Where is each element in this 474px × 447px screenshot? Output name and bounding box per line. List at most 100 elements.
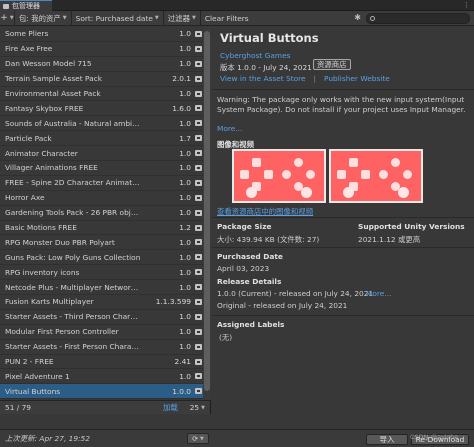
- tab-package-manager[interactable]: 包管理器: [0, 0, 52, 11]
- package-version: 1.0: [179, 148, 191, 158]
- package-size-value: 大小: 439.94 KB (文件数: 27): [217, 235, 320, 244]
- package-links: View in the Asset Store | Publisher Webs…: [220, 74, 390, 83]
- refresh-button[interactable]: ⟳ ▼: [187, 433, 209, 444]
- download-status-icon: [195, 105, 202, 112]
- list-item[interactable]: Horror Axe 1.0: [0, 191, 210, 206]
- download-status-icon: [195, 164, 202, 171]
- action-left: [379, 170, 388, 179]
- list-item[interactable]: Environmental Asset Pack 1.0: [0, 87, 210, 102]
- scrollbar-thumb[interactable]: [204, 31, 210, 391]
- package-name: Fusion Karts Multiplayer: [5, 297, 94, 307]
- gear-icon[interactable]: ✱: [354, 13, 361, 22]
- add-package-button[interactable]: + ▼: [0, 11, 14, 26]
- download-status-icon: [195, 209, 202, 216]
- list-item[interactable]: PUN 2 - FREE 2.41: [0, 355, 210, 370]
- purchased-date-label: Purchased Date: [217, 252, 283, 261]
- view-in-asset-store-link[interactable]: View in the Asset Store: [220, 74, 306, 83]
- load-more-button[interactable]: 加载: [163, 402, 178, 413]
- list-item[interactable]: Dan Wesson Model 715 1.0: [0, 57, 210, 72]
- package-name: Basic Motions FREE: [5, 223, 77, 233]
- supported-versions-value: 2021.1.12 或更高: [358, 235, 421, 244]
- download-status-icon: [195, 239, 202, 246]
- divider: [212, 247, 474, 248]
- list-item[interactable]: Starter Assets - First Person Character …: [0, 340, 210, 355]
- search-input[interactable]: [379, 14, 465, 23]
- download-status-icon: [195, 75, 202, 82]
- divider: [212, 89, 474, 90]
- scope-dropdown[interactable]: 包: 我的资产 ▼: [15, 11, 71, 26]
- download-status-icon: [195, 30, 202, 37]
- release-original: Original - released on July 24, 2021: [217, 301, 348, 310]
- search-field[interactable]: [366, 13, 470, 24]
- package-version: 1.0: [179, 371, 191, 381]
- package-name: RPG Monster Duo PBR Polyart: [5, 237, 115, 247]
- action-right: [306, 170, 315, 179]
- download-status-icon: [195, 284, 202, 291]
- package-name: Netcode Plus - Multiplayer Networking an…: [5, 282, 145, 292]
- page-size-dropdown[interactable]: 25 ▼: [190, 403, 205, 412]
- list-item[interactable]: Sounds of Australia - Natural ambiences 1…: [0, 116, 210, 132]
- package-version: 1.0: [179, 59, 191, 69]
- list-item[interactable]: Pixel Adventure 1 1.0: [0, 369, 210, 385]
- download-status-icon: [195, 388, 202, 395]
- joystick-graphic: [398, 187, 409, 198]
- list-item[interactable]: Guns Pack: Low Poly Guns Collection 1.0: [0, 250, 210, 266]
- tab-title: 包管理器: [12, 2, 40, 10]
- list-item[interactable]: Particle Pack 1.7: [0, 131, 210, 147]
- asset-store-badge: 资源商店: [313, 59, 351, 70]
- package-name: Animator Character: [5, 148, 78, 158]
- list-item[interactable]: Starter Assets - Third Person Character …: [0, 310, 210, 325]
- list-item[interactable]: Netcode Plus - Multiplayer Networking an…: [0, 280, 210, 296]
- filters-dropdown[interactable]: 过滤器 ▼: [164, 11, 200, 26]
- list-item[interactable]: Modular First Person Controller 1.0: [0, 325, 210, 340]
- action-top: [294, 158, 303, 167]
- list-scrollbar[interactable]: [203, 27, 211, 400]
- package-version: 1.0: [179, 118, 191, 128]
- publisher-link[interactable]: Cyberghost Games: [220, 51, 291, 60]
- list-item[interactable]: RPG Monster Duo PBR Polyart 1.0: [0, 235, 210, 251]
- last-update-text: 上次更新: Apr 27, 19:52: [5, 434, 90, 443]
- release-more-link[interactable]: More...: [366, 289, 391, 298]
- list-item[interactable]: Terrain Sample Asset Pack 2.0.1: [0, 72, 210, 87]
- list-item[interactable]: Animator Character 1.0: [0, 146, 210, 162]
- package-title: Virtual Buttons: [220, 31, 319, 45]
- supported-versions-label: Supported Unity Versions: [358, 222, 465, 231]
- divider: [212, 315, 474, 316]
- list-item[interactable]: Some Pliers 1.0: [0, 27, 210, 42]
- clear-filters-button[interactable]: Clear Filters: [201, 11, 253, 26]
- list-item[interactable]: Virtual Buttons 1.0.0: [0, 384, 210, 400]
- package-version: 1.0: [179, 282, 191, 292]
- download-status-icon: [195, 313, 202, 320]
- release-details: 1.0.0 (Current) - released on July 24, 2…: [217, 288, 373, 312]
- list-item[interactable]: Basic Motions FREE 1.2: [0, 221, 210, 236]
- list-item[interactable]: Fire Axe Free 1.0: [0, 42, 210, 57]
- sort-dropdown[interactable]: Sort: Purchased date ▼: [72, 11, 163, 26]
- list-item[interactable]: RPG inventory icons 1.0: [0, 265, 210, 281]
- download-status-icon: [195, 343, 202, 350]
- dpad-left: [240, 170, 249, 179]
- assigned-labels-label: Assigned Labels: [217, 320, 285, 329]
- package-version: 1.0: [179, 237, 191, 247]
- window-menu-icon[interactable]: ⋮: [463, 1, 470, 9]
- thumbnail-image[interactable]: [232, 149, 326, 203]
- list-item[interactable]: FREE - Spine 2D Character Animation 1.0: [0, 176, 210, 191]
- package-size-label: Package Size: [217, 222, 272, 231]
- import-button[interactable]: 导入: [366, 434, 408, 445]
- description-more-link[interactable]: More...: [217, 124, 242, 133]
- purchased-date-value: April 03, 2023: [217, 264, 270, 273]
- images-videos-link[interactable]: 查看资源商店中的图像和视频: [217, 206, 313, 217]
- action-right: [403, 170, 412, 179]
- thumbnail-image[interactable]: [329, 149, 423, 203]
- link-separator: |: [313, 74, 317, 83]
- list-item[interactable]: Villager Animations FREE 1.0: [0, 161, 210, 176]
- list-item[interactable]: Fantasy Skybox FREE 1.6.0: [0, 101, 210, 117]
- package-name: Virtual Buttons: [5, 386, 61, 396]
- package-version: 2.0.1: [172, 74, 191, 84]
- package-version: 1.6.0: [172, 103, 191, 113]
- package-name: FREE - Spine 2D Character Animation: [5, 178, 144, 188]
- search-icon: [370, 16, 375, 21]
- package-name: Guns Pack: Low Poly Guns Collection: [5, 252, 141, 262]
- list-item[interactable]: Fusion Karts Multiplayer 1.1.3.599: [0, 295, 210, 310]
- publisher-website-link[interactable]: Publisher Website: [324, 74, 390, 83]
- list-item[interactable]: Gardening Tools Pack - 26 PBR objects 1.0: [0, 206, 210, 221]
